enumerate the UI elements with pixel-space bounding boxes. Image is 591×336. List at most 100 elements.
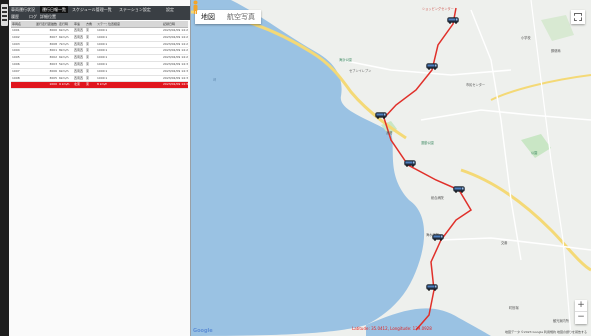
fullscreen-icon[interactable] (571, 10, 585, 24)
table-cell: 8km/h (59, 48, 69, 53)
map-place-label[interactable]: 公園 (531, 150, 537, 155)
tab-row2-2[interactable]: 詳細位置 (40, 13, 56, 20)
table-cell: 西南西 (74, 28, 84, 32)
bus-marker-icon[interactable] (426, 284, 438, 291)
table-cell: 1008 (12, 75, 20, 80)
table-cell: 6km/h (59, 34, 69, 39)
table-cell: 2023/02/09 14:29 (163, 55, 188, 60)
map-place-label[interactable]: 岬 (213, 77, 216, 82)
table-cell: 西南西 (74, 41, 84, 46)
tab-3[interactable]: ステーション設定 (119, 6, 151, 13)
vehicle-log-panel: 車両運行状況 運行日報一覧 スケジュール管理一覧 ステーション設定 設定履歴 ログ 詳細位置… (9, 0, 200, 336)
column-header[interactable]: 位置経度 (108, 21, 130, 27)
table-cell: 8 km/h (97, 82, 107, 87)
column-header[interactable]: 記録日時 (163, 21, 188, 27)
google-logo: Google (193, 328, 213, 334)
vehicle-log-table: 車両名運行走行距離数走行時車速方角ステータス位置経度記録日時 100130006… (11, 21, 188, 90)
map-place-label[interactable]: 郵便局 (551, 48, 561, 53)
map-place-label[interactable]: 海浜公園 (339, 57, 352, 62)
tab-2[interactable]: スケジュール管理一覧 (72, 6, 112, 13)
table-row[interactable]: 1004 30018km/h 西南西東 1000 km/h 2023/02/09 14:… (11, 48, 188, 56)
table-cell: 6km/h (59, 75, 69, 80)
route-map[interactable]: ショッピングセンター岬海浜公園 セブンイレブン 市民センター 漁港 運動公園 総合病院 海水… (191, 0, 591, 336)
table-cell: 2023/02/09 14:37 (163, 82, 188, 87)
table-cell: 東 (86, 61, 90, 66)
table-cell: 東 (86, 28, 90, 32)
table-cell: 1000 km/h (97, 34, 107, 39)
column-header[interactable]: 運行走行距離数 (35, 21, 57, 27)
column-header[interactable]: ステータス (97, 21, 107, 27)
table-cell: 3001 (49, 48, 57, 53)
table-row[interactable]: 1005 30026km/h 西南西東 1000 km/h 2023/02/09 14:… (11, 55, 188, 62)
table-cell: 1000 km/h (97, 41, 107, 46)
column-header[interactable]: 車速 (74, 21, 85, 27)
cursor-coordinates: Latitude: 35.0412, Longitude: 139.0928 (352, 326, 432, 331)
table-cell: 東 (86, 75, 90, 80)
zoom-out-button[interactable]: − (575, 312, 587, 323)
map-place-label[interactable]: 観光案内所 (553, 318, 569, 323)
tab-row2-1[interactable]: ログ (29, 13, 37, 20)
table-row[interactable]: 1001 30006km/h 西南西東 1000 km/h 2023/02/09 14:… (11, 28, 188, 35)
table-cell: 3005 (49, 75, 57, 80)
map-place-label[interactable]: 市民センター (466, 82, 485, 87)
table-cell: 1006 (12, 61, 20, 66)
map-attribution[interactable]: 地図データ ©2023 Google 利用規約 地図の誤りを報告する (505, 330, 587, 334)
map-place-label[interactable]: 漁港 (386, 130, 392, 135)
column-header[interactable]: 車両名 (12, 21, 34, 27)
zoom-in-button[interactable]: + (575, 300, 587, 312)
tab-1[interactable]: 運行日報一覧 (40, 6, 68, 13)
table-cell: 6km/h (59, 28, 69, 32)
satellite-type-button[interactable]: 航空写真 (221, 10, 261, 24)
map-canvas[interactable] (191, 0, 591, 336)
tab-4[interactable]: 設定 (166, 6, 174, 13)
map-place-label[interactable]: 総合病院 (431, 195, 444, 200)
table-cell: 3000 (49, 28, 57, 32)
column-header[interactable]: 方角 (86, 21, 96, 27)
table-cell: 3007 (49, 34, 57, 39)
table-cell: 1000 km/h (97, 55, 107, 60)
zoom-control: + − (575, 300, 587, 324)
table-row[interactable]: 1002 30076km/h 西南西東 1000 km/h 2023/02/09 14:… (11, 34, 188, 42)
map-place-label[interactable]: セブンイレブン (349, 68, 371, 73)
map-place-label[interactable]: 交番 (501, 240, 507, 245)
table-cell: 1005 (12, 55, 20, 60)
bus-marker-icon[interactable] (447, 17, 459, 24)
table-cell: 1000 (49, 82, 57, 87)
table-row[interactable]: 1008 30056km/h 西南西東 1000 km/h 2023/02/09 14:… (11, 75, 188, 83)
table-cell: 1004 (12, 48, 20, 53)
table-cell: 1002 (12, 34, 20, 39)
column-header[interactable]: 走行時 (59, 21, 73, 27)
table-cell: 5km/h (59, 61, 69, 66)
table-cell: 西南西 (74, 61, 84, 66)
map-place-label[interactable]: 町役場 (509, 305, 519, 310)
table-cell: 東 (86, 48, 90, 53)
table-row[interactable]: 1006 30035km/h 西南西東 1000 km/h 2023/02/09 14:… (11, 61, 188, 69)
map-place-label[interactable]: ショッピングセンター (422, 6, 454, 11)
pegman-icon[interactable] (191, 0, 200, 14)
selected-table-row[interactable]: 1000 9 km/h 北東東 8 km/h 2023/02/09 14:37 (11, 82, 188, 90)
bus-marker-icon[interactable] (426, 63, 438, 70)
table-row[interactable]: 1007 30066km/h 西南西東 1000 km/h 2023/02/09 14:… (11, 68, 188, 76)
table-row[interactable]: 1003 30087km/h 西南西東 1000 km/h 2023/02/09 14:… (11, 41, 188, 49)
table-cell: 1003 (12, 41, 20, 46)
bus-marker-icon[interactable] (375, 112, 387, 119)
bus-marker-icon[interactable] (404, 160, 416, 167)
table-cell: 6km/h (59, 68, 69, 73)
map-place-label[interactable]: 運動公園 (421, 140, 434, 145)
menu-icon[interactable] (1, 4, 8, 26)
panel-tabs: 車両運行状況 運行日報一覧 スケジュール管理一覧 ステーション設定 設定履歴 ログ 詳細位置 (9, 6, 190, 20)
table-cell: 2023/02/09 14:25 (163, 41, 188, 46)
table-cell: 1000 km/h (97, 68, 107, 73)
table-cell: 北東 (74, 82, 81, 87)
table-cell: 東 (86, 55, 90, 60)
tab-0[interactable]: 車両運行状況 (11, 6, 35, 13)
table-header-row: 車両名運行走行距離数走行時車速方角ステータス位置経度 記録日時 (11, 21, 188, 28)
tab-row2-0[interactable]: 履歴 (11, 13, 19, 20)
table-cell: 西南西 (74, 48, 84, 53)
table-cell: 9 km/h (59, 82, 70, 87)
bus-marker-icon[interactable] (453, 186, 465, 193)
map-place-label[interactable]: 小学校 (521, 35, 531, 40)
bus-marker-icon[interactable] (432, 234, 444, 241)
table-cell: 2023/02/09 14:35 (163, 75, 188, 80)
table-cell: 東 (86, 68, 90, 73)
